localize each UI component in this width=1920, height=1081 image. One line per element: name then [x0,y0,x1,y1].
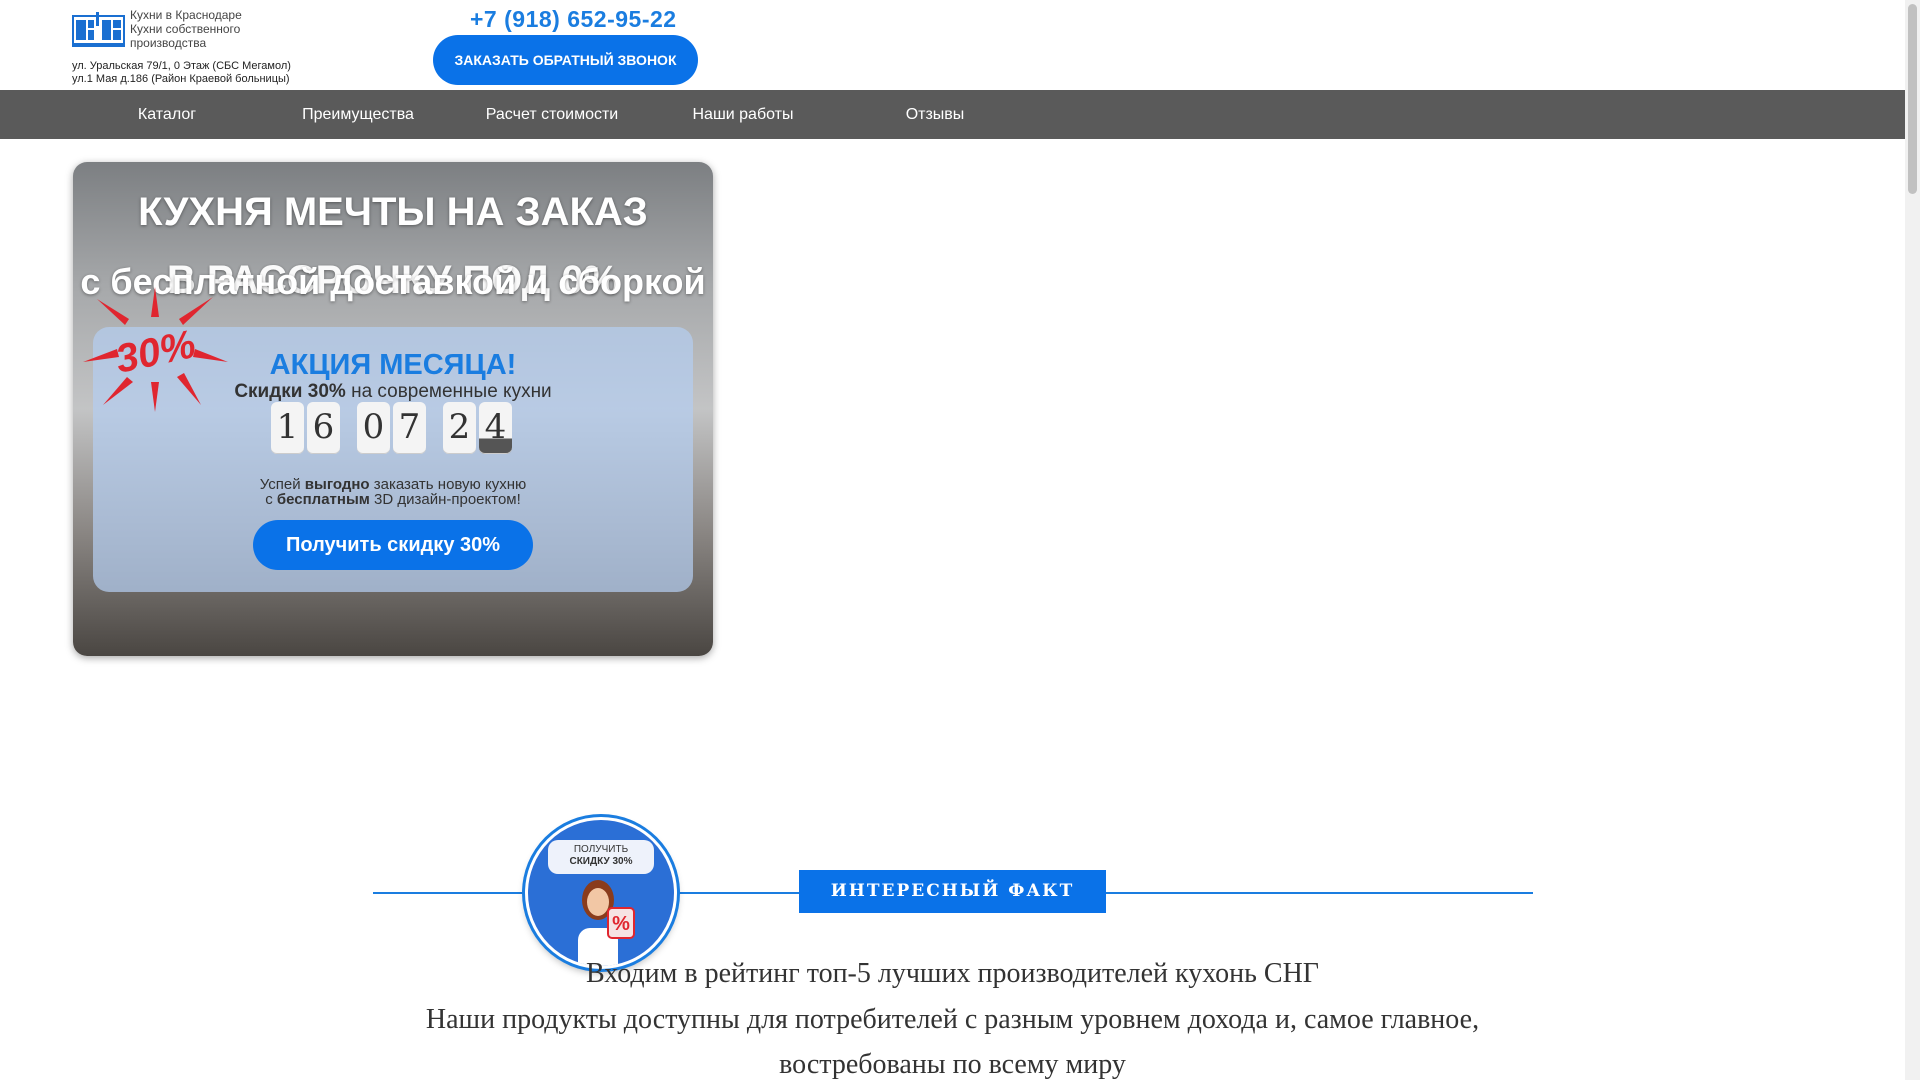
timer-digit: 6 [307,402,340,454]
site-header: Кухни в Краснодаре Кухни собственного пр… [0,0,1905,90]
promo-text: Успей выгодно заказать новую кухню с бес… [93,477,693,507]
interesting-fact-badge: ИНТЕРЕСНЫЙ ФАКТ [799,870,1106,913]
phone-link[interactable]: +7 (918) 652-95-22 [470,6,677,33]
promo-text-line: Успей выгодно заказать новую кухню [93,477,693,492]
woman-with-percent-sign-icon: % [578,880,635,966]
logo-line: производства [130,36,207,50]
hero-title: КУХНЯ МЕЧТЫ НА ЗАКАЗ [138,190,648,234]
svg-text:%: % [612,913,630,935]
logo-line: Кухни собственного [130,22,241,36]
promo-text-part: с [265,491,277,508]
callback-button[interactable]: ЗАКАЗАТЬ ОБРАТНЫЙ ЗВОНОК [433,35,698,85]
timer-digit: 4 [479,402,512,454]
fact-line-2: Наши продукты доступны для потребителей … [425,1004,1480,1035]
address-block: ул. Уральская 79/1, 0 Этаж (СБС Мегамол)… [72,60,291,86]
nav-item-reviews[interactable]: Отзывы [870,90,1000,139]
avatar-card-line: ПОЛУЧИТЬ [573,844,629,855]
address-line: ул. Уральская 79/1, 0 Этаж (СБС Мегамол) [72,60,291,72]
fact-line-3: востребованы по всему миру [779,1049,1126,1080]
promo-text-line: с бесплатным 3D дизайн-проектом! [93,492,693,507]
nav-item-advantages[interactable]: Преимущества [278,90,438,139]
promo-sub-bold: Скидки 30% [234,381,346,402]
badge-text: 30% [112,322,199,382]
promo-text-bold: бесплатным [276,491,370,508]
main-nav: Каталог Преимущества Расчет стоимости На… [0,90,1905,139]
address-line: ул.1 Мая д.186 (Район Краевой больницы) [72,73,290,85]
nav-item-works[interactable]: Наши работы [668,90,818,139]
timer-digit: 1 [271,402,304,454]
get-discount-button[interactable]: Получить скидку 30% [253,520,533,570]
promo-sub-rest: на современные кухни [345,381,552,402]
scrollbar-thumb[interactable] [1908,4,1917,194]
nav-item-catalog[interactable]: Каталог [97,90,237,139]
promo-text-part: 3D дизайн-проектом! [369,491,521,508]
page-scrollbar[interactable] [1905,0,1920,1080]
hero-banner: КУХНЯ МЕЧТЫ НА ЗАКАЗ В РАССРОЧКУ ПОД 0% … [73,162,713,656]
kitchen-logo-icon [72,12,125,47]
logo[interactable]: Кухни в Краснодаре Кухни собственного пр… [72,8,272,54]
timer-digit: 7 [393,402,426,454]
discount-avatar[interactable]: ПОЛУЧИТЬ СКИДКУ 30% % [525,817,677,969]
timer-digit: 0 [357,402,390,454]
logo-text: Кухни в Краснодаре Кухни собственного пр… [130,8,242,50]
discount-30-badge-icon: 30% [83,287,228,412]
avatar-card: ПОЛУЧИТЬ СКИДКУ 30% [548,840,654,874]
avatar-card-line: СКИДКУ 30% [569,856,633,867]
fact-line-1: Входим в рейтинг топ-5 лучших производит… [586,958,1319,989]
logo-line: Кухни в Краснодаре [130,8,242,22]
nav-item-price-calc[interactable]: Расчет стоимости [467,90,637,139]
timer-digit: 2 [443,402,476,454]
